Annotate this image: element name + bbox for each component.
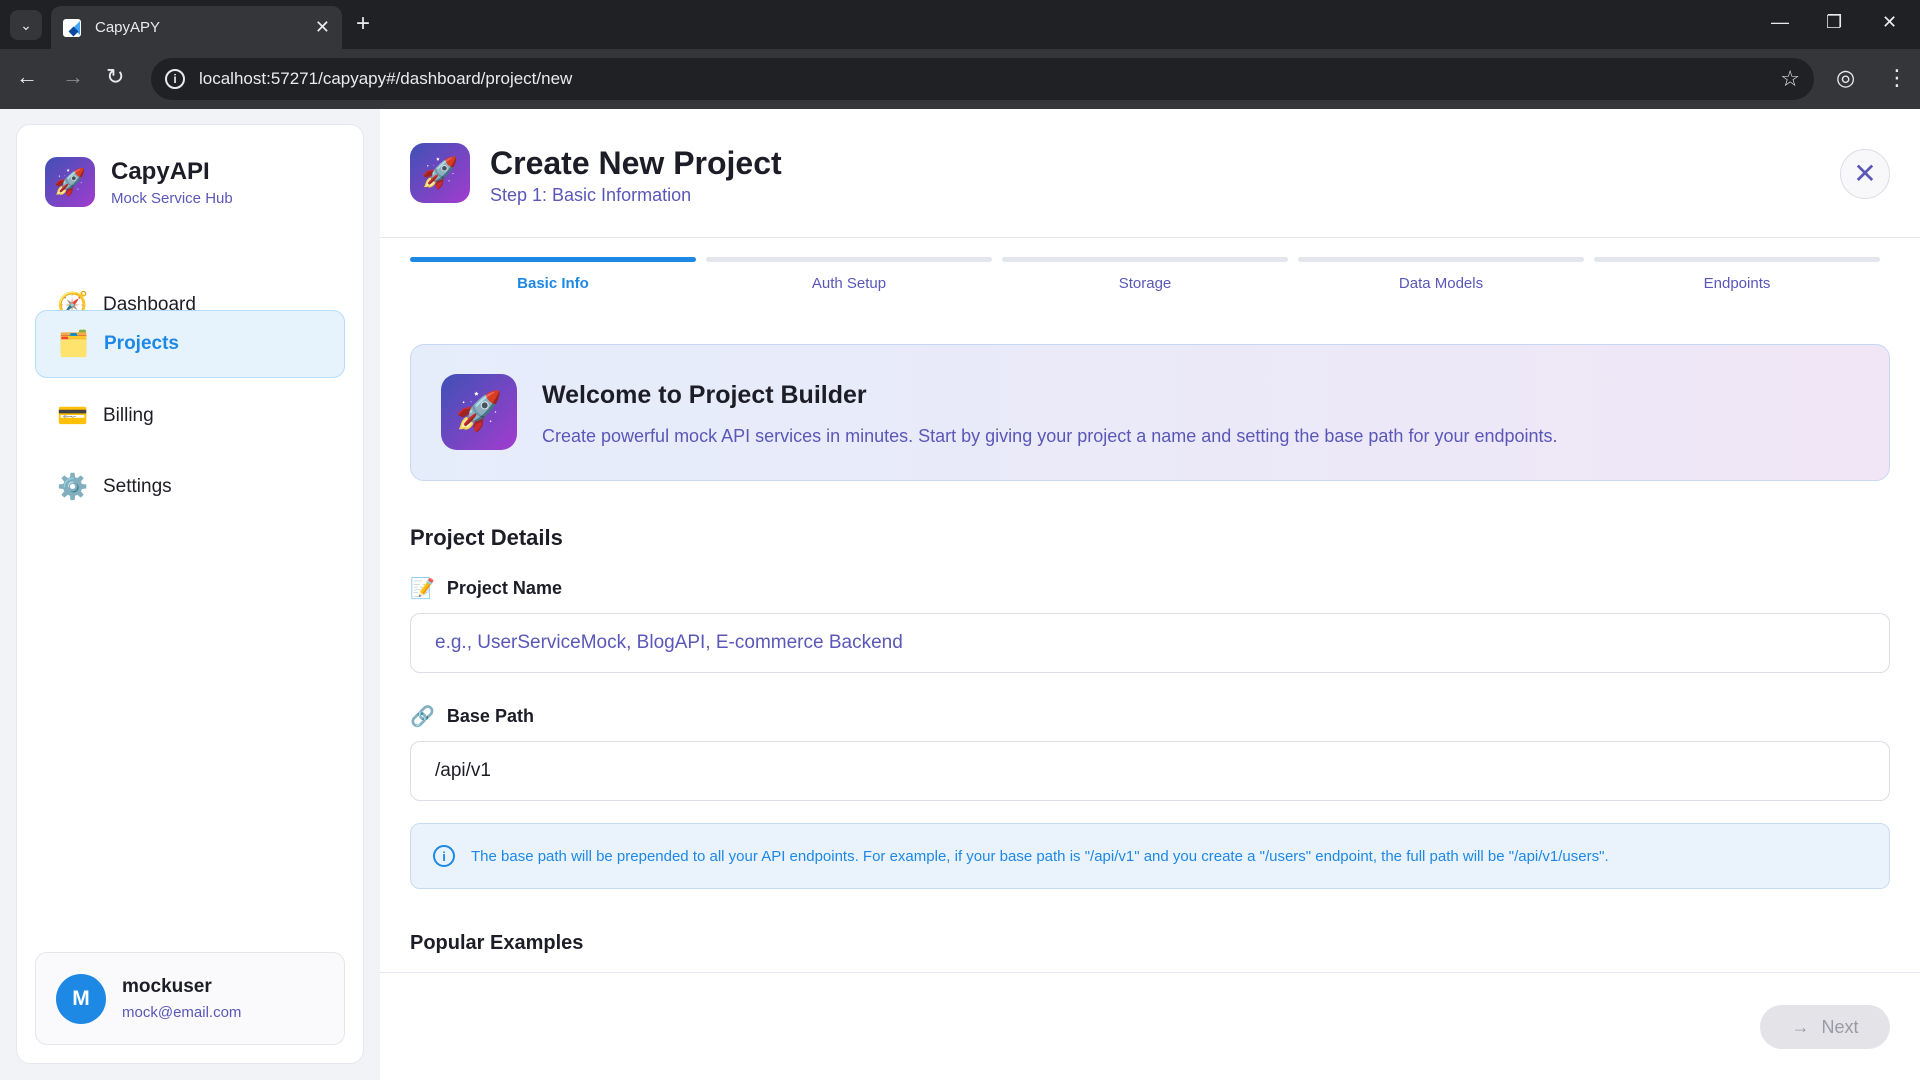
step-label: Data Models bbox=[1398, 275, 1484, 292]
step-endpoints[interactable]: Endpoints bbox=[1594, 257, 1880, 292]
step-label: Storage bbox=[1118, 275, 1172, 292]
folder-icon: 🗂️ bbox=[58, 329, 90, 358]
step-basic-info[interactable]: Basic Info bbox=[410, 257, 696, 292]
restore-icon[interactable]: ❐ bbox=[1826, 12, 1842, 33]
step-label: Endpoints bbox=[1703, 275, 1771, 292]
step-auth-setup[interactable]: Auth Setup bbox=[706, 257, 992, 292]
close-icon: ✕ bbox=[1853, 158, 1877, 189]
back-arrow-icon[interactable]: ← bbox=[16, 65, 38, 89]
link-icon: 🔗 bbox=[410, 706, 435, 728]
step-label: Basic Info bbox=[517, 275, 589, 292]
divider bbox=[380, 237, 1920, 238]
sidebar: 🚀 CapyAPI Mock Service Hub 🧭 Dashboard 🗂… bbox=[16, 124, 364, 1064]
welcome-description: Create powerful mock API services in min… bbox=[542, 426, 1558, 446]
main-panel: 🚀 Create New Project Step 1: Basic Infor… bbox=[380, 109, 1920, 1080]
sidebar-item-label: Billing bbox=[103, 405, 154, 426]
new-tab-button[interactable]: + bbox=[356, 12, 370, 36]
sidebar-item-label: Settings bbox=[103, 476, 172, 497]
base-path-input[interactable] bbox=[410, 741, 1890, 801]
tab-search-button[interactable]: ⌄ bbox=[10, 10, 42, 40]
step-progress-bar bbox=[1298, 257, 1584, 262]
window-close-icon[interactable]: ✕ bbox=[1882, 12, 1897, 33]
rocket-banner-icon: 🚀 bbox=[441, 374, 517, 450]
step-progress-bar bbox=[410, 257, 696, 262]
close-tab-icon[interactable]: ✕ bbox=[315, 17, 330, 38]
project-name-label-text: Project Name bbox=[446, 578, 562, 598]
url-text[interactable]: localhost:57271/capyapy#/dashboard/proje… bbox=[199, 69, 1780, 89]
forward-arrow-icon[interactable]: → bbox=[62, 65, 84, 89]
project-name-label: 📝 Project Name bbox=[410, 576, 562, 601]
base-path-label: 🔗 Base Path bbox=[410, 704, 534, 729]
arrow-right-icon: → bbox=[1791, 1016, 1810, 1037]
browser-tab[interactable]: CapyAPY ✕ bbox=[51, 6, 342, 49]
sidebar-item-billing[interactable]: 💳 Billing bbox=[35, 382, 345, 450]
flutter-favicon-icon bbox=[63, 18, 81, 37]
sidebar-item-projects[interactable]: 🗂️ Projects bbox=[35, 310, 345, 378]
rocket-logo-icon: 🚀 bbox=[45, 157, 95, 207]
tab-title: CapyAPY bbox=[95, 19, 161, 36]
next-button[interactable]: → Next bbox=[1760, 1005, 1890, 1049]
credit-card-icon: 💳 bbox=[57, 401, 89, 430]
profile-icon[interactable]: ◎ bbox=[1836, 65, 1855, 91]
section-title-popular-examples: Popular Examples bbox=[410, 932, 584, 954]
user-name: mockuser bbox=[122, 976, 212, 997]
more-menu-icon[interactable]: ⋮ bbox=[1886, 65, 1908, 91]
memo-icon: 📝 bbox=[410, 578, 435, 600]
project-name-input[interactable] bbox=[410, 613, 1890, 673]
reload-icon[interactable]: ↻ bbox=[106, 65, 124, 89]
address-bar[interactable]: i localhost:57271/capyapy#/dashboard/pro… bbox=[151, 58, 1814, 100]
close-button[interactable]: ✕ bbox=[1840, 149, 1890, 199]
browser-tab-bar: ⌄ CapyAPY ✕ + — ❐ ✕ bbox=[0, 0, 1920, 49]
sidebar-item-settings[interactable]: ⚙️ Settings bbox=[35, 453, 345, 521]
base-path-info-box: i The base path will be prepended to all… bbox=[410, 823, 1890, 889]
rocket-header-icon: 🚀 bbox=[410, 143, 470, 203]
brand-name: CapyAPI bbox=[111, 157, 210, 185]
step-progress-bar bbox=[1594, 257, 1880, 262]
browser-toolbar: ← → ↻ i localhost:57271/capyapy#/dashboa… bbox=[0, 49, 1920, 109]
sidebar-item-label: Projects bbox=[104, 333, 179, 354]
brand: 🚀 CapyAPI Mock Service Hub bbox=[45, 157, 233, 207]
step-progress-bar bbox=[706, 257, 992, 262]
user-card[interactable]: M mockuser mock@email.com bbox=[35, 952, 345, 1045]
base-path-label-text: Base Path bbox=[446, 706, 534, 726]
divider bbox=[380, 972, 1920, 973]
info-icon: i bbox=[433, 845, 455, 867]
brand-subtitle: Mock Service Hub bbox=[111, 189, 233, 207]
page-title: Create New Project bbox=[490, 145, 782, 181]
section-title-project-details: Project Details bbox=[410, 525, 563, 550]
avatar: M bbox=[56, 973, 106, 1024]
welcome-title: Welcome to Project Builder bbox=[542, 381, 867, 409]
step-label: Auth Setup bbox=[811, 275, 887, 292]
bookmark-star-icon[interactable]: ☆ bbox=[1780, 66, 1800, 92]
minimize-icon[interactable]: — bbox=[1771, 12, 1789, 33]
step-progress-bar bbox=[1002, 257, 1288, 262]
site-info-icon[interactable]: i bbox=[165, 69, 185, 89]
chevron-down-icon: ⌄ bbox=[20, 16, 32, 33]
page-step-subtitle: Step 1: Basic Information bbox=[490, 185, 692, 205]
step-storage[interactable]: Storage bbox=[1002, 257, 1288, 292]
info-text: The base path will be prepended to all y… bbox=[471, 847, 1609, 865]
user-email: mock@email.com bbox=[122, 1004, 242, 1021]
welcome-banner: 🚀 Welcome to Project Builder Create powe… bbox=[410, 344, 1890, 481]
next-button-label: Next bbox=[1821, 1016, 1859, 1037]
step-data-models[interactable]: Data Models bbox=[1298, 257, 1584, 292]
gear-icon: ⚙️ bbox=[57, 472, 89, 501]
